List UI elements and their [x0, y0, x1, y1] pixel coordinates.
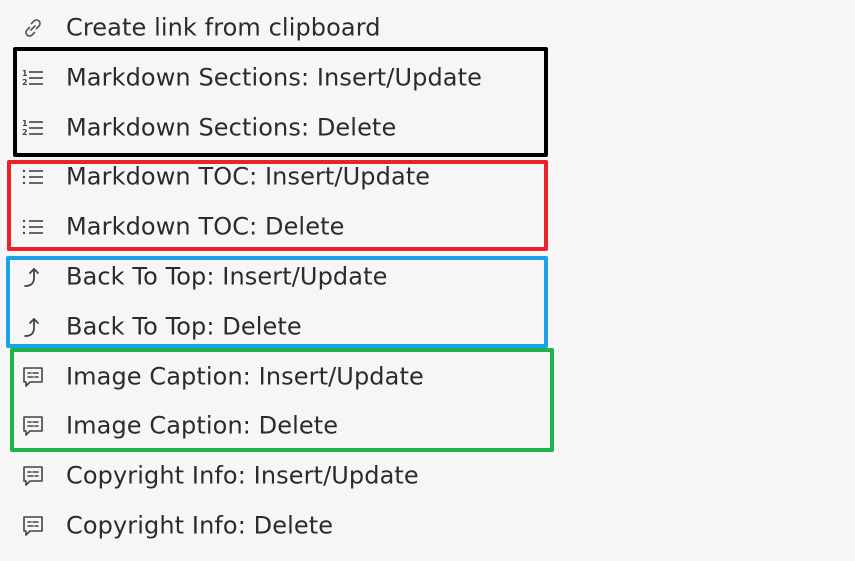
menu-item-create-link[interactable]: Create link from clipboard	[0, 3, 600, 53]
menu-item-label: Create link from clipboard	[66, 13, 381, 42]
highlight-box-back-to-top	[6, 256, 548, 348]
menu-item-label: Copyright Info: Delete	[66, 511, 334, 540]
highlight-box-sections	[13, 47, 548, 157]
caption-icon	[19, 512, 47, 540]
link-icon	[19, 14, 47, 42]
menu-item-copyright-delete[interactable]: Copyright Info: Delete	[0, 501, 600, 551]
caption-icon	[19, 462, 47, 490]
menu-item-copyright-insert[interactable]: Copyright Info: Insert/Update	[0, 451, 600, 501]
menu-item-label: Copyright Info: Insert/Update	[66, 461, 419, 490]
highlight-box-toc	[7, 160, 548, 251]
highlight-box-image-caption	[10, 348, 554, 452]
